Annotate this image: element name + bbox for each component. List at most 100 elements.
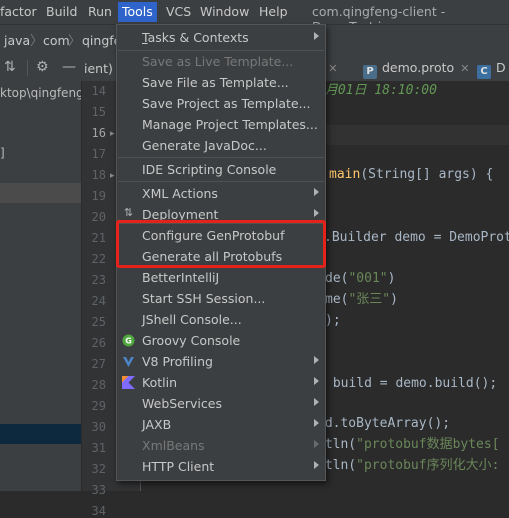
menu-item-start-ssh-session[interactable]: Start SSH Session... [117,288,325,309]
line-number: 32 [91,462,106,476]
menu-item-label: WebServices [142,396,222,411]
menu-item-label: Save File as Template... [142,75,289,90]
menu-item-label: Manage Project Templates... [142,117,318,132]
menu-item-generate-javadoc[interactable]: Generate JavaDoc... [117,135,325,156]
menu-item-label: Tasks & Contexts [142,30,249,45]
code-line: build = demo.build(); [325,376,497,392]
menu-divider [118,181,324,182]
menu-item-jaxb[interactable]: JAXB [117,414,325,435]
menu-tools[interactable]: Tools [118,2,157,22]
hide-icon[interactable]: — [62,59,76,75]
project-tree-row[interactable]: ] [0,143,81,163]
proto-file-icon: P [363,65,377,79]
code-text: .Builder demo = DemoProt [324,230,509,245]
menu-item-groovy-console[interactable]: G Groovy Console [117,330,325,351]
code-line: me("张三") [325,292,398,308]
v8-icon [122,355,135,368]
menu-bar: factor Build Run Tools VCS Window Help c… [0,0,509,34]
submenu-arrow-icon [314,419,319,427]
menu-item-v8-profiling[interactable]: V8 Profiling [117,351,325,372]
menu-item-label: JAXB [142,417,172,432]
collapse-all-icon[interactable]: ⇅ [4,59,16,75]
menu-item-label: Kotlin [142,375,177,390]
line-number: 22 [91,252,106,266]
project-tree-row-selected[interactable] [0,424,81,444]
menu-divider [118,157,324,158]
line-number: 30 [91,420,106,434]
menu-item-xml-actions[interactable]: XML Actions [117,183,325,204]
menu-item-manage-templates[interactable]: Manage Project Templates... [117,114,325,135]
code-method-name: main [329,167,361,182]
chevron-right-icon: 〉 [30,34,44,49]
menu-item-save-project-template[interactable]: Save Project as Template... [117,93,325,114]
code-text: ) [390,292,398,307]
line-number: 19 [91,189,106,203]
deployment-icon: ⇅ [123,206,134,219]
fold-icon[interactable]: ▸ [110,171,115,181]
code-line: de("001") [325,271,395,287]
code-string: "张三" [348,292,391,307]
menu-item-webservices[interactable]: WebServices [117,393,325,414]
tab-demo-proto[interactable]: Pdemo.proto ✕ [363,55,469,81]
tab-demotest[interactable]: CD [477,55,506,81]
menu-vcs[interactable]: VCS [166,4,191,20]
menu-item-label: V8 Profiling [142,354,213,369]
menu-window[interactable]: Window [200,4,249,20]
tab-label: D [496,60,506,75]
breadcrumb-java[interactable]: java [4,33,30,48]
menu-item-save-live-template[interactable]: Save as Live Template... [117,51,325,72]
menu-help[interactable]: Help [259,4,288,20]
project-panel: ktop\qingfeng ] [0,81,82,491]
code-text: build = demo.build(); [325,376,498,391]
line-number: 25 [91,315,106,329]
line-number: 16 [91,126,106,140]
breadcrumb-com[interactable]: com [43,33,70,48]
menu-item-ide-scripting-console[interactable]: IDE Scripting Console [117,159,325,180]
menu-item-save-file-template[interactable]: Save File as Template... [117,72,325,93]
code-text: de( [325,271,349,286]
menu-item-label: HTTP Client [142,459,215,474]
code-string: "protobuf序列化大小: [356,458,500,473]
line-number: 14 [91,84,106,98]
submenu-arrow-icon [314,398,319,406]
annotation-highlight-box [116,220,326,268]
project-tree-row[interactable] [0,183,81,203]
line-number: 33 [91,483,106,497]
close-icon[interactable]: ✕ [460,62,469,75]
menu-item-label: IDE Scripting Console [142,162,277,177]
menu-item-label: JShell Console... [142,312,242,327]
fold-icon[interactable]: ▸ [110,129,115,139]
code-text: (String[] args) { [360,167,494,182]
project-path-row[interactable]: ktop\qingfeng [0,83,81,103]
line-number: 27 [91,357,106,371]
menu-item-http-client[interactable]: HTTP Client [117,456,325,477]
code-text: ); [325,313,341,328]
menu-item-tasks-contexts[interactable]: Tasks & Contexts [117,27,325,48]
menu-item-jshell-console[interactable]: JShell Console... [117,309,325,330]
line-number: 26 [91,336,106,350]
menu-item-betterintellij[interactable]: BetterIntelliJ [117,267,325,288]
menu-item-xmlbeans[interactable]: XmlBeans [117,435,325,456]
code-text: ld.toByteArray(); [317,416,451,431]
menu-item-label: Groovy Console [142,333,241,348]
code-line: ntln("protobuf序列化大小: [317,458,499,474]
line-number: 18 [91,168,106,182]
menu-refactor[interactable]: factor [0,4,37,20]
line-number: 20 [91,210,106,224]
menu-run[interactable]: Run [88,4,112,20]
project-toolbar: ⇅ ⚙ — ient) [0,55,115,82]
menu-item-kotlin[interactable]: Kotlin [117,372,325,393]
menu-build[interactable]: Build [46,4,77,20]
gear-icon[interactable]: ⚙ [36,59,49,75]
chevron-right-icon: 〉 [68,34,82,49]
code-comment: 5月01日 18:10:00 [317,83,437,98]
line-number: 29 [91,399,106,413]
menu-item-label: XML Actions [142,186,218,201]
close-icon[interactable]: ✕ [328,62,337,75]
code-line: main(String[] args) { [329,167,493,183]
line-number: 23 [91,273,106,287]
submenu-arrow-icon [314,32,319,40]
menu-item-label: Save as Live Template... [142,54,294,69]
tab-label: demo.proto [382,60,455,75]
menu-item-label: Start SSH Session... [142,291,266,306]
